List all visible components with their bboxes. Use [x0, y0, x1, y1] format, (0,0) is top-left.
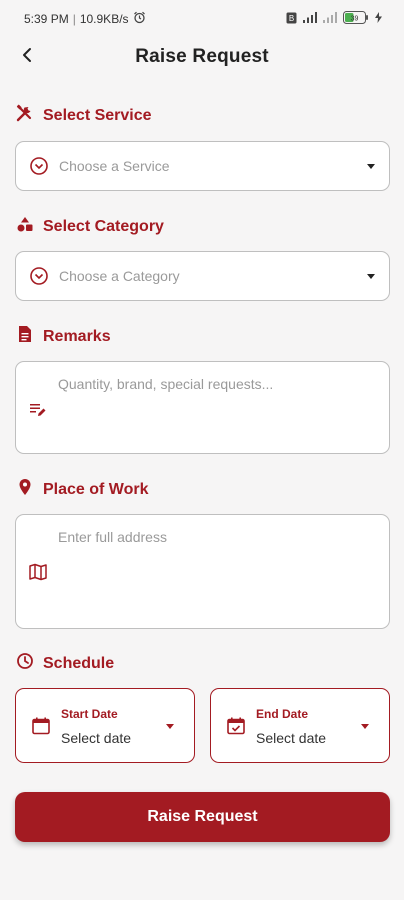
- tools-icon: [16, 104, 34, 127]
- app-header: Raise Request: [0, 38, 404, 76]
- category-select[interactable]: Choose a Category: [15, 251, 390, 301]
- clock-icon: [16, 652, 34, 675]
- calendar-check-icon: [226, 716, 246, 736]
- status-bar: 5:39 PM | 10.9KB/s B 39: [0, 0, 404, 38]
- svg-text:39: 39: [351, 16, 359, 23]
- address-placeholder: Enter full address: [58, 529, 167, 545]
- dropdown-caret-icon: [367, 163, 375, 169]
- address-textarea[interactable]: Enter full address: [15, 514, 390, 629]
- status-time: 5:39 PM: [24, 12, 69, 26]
- back-button[interactable]: [14, 44, 40, 70]
- schedule-label: Schedule: [43, 654, 115, 672]
- end-date-value: Select date: [256, 730, 327, 746]
- notes-edit-icon: [28, 399, 48, 419]
- remarks-textarea[interactable]: Quantity, brand, special requests...: [15, 361, 390, 454]
- wifi-icon: [323, 12, 337, 26]
- map-icon: [28, 562, 48, 582]
- place-label: Place of Work: [43, 480, 149, 498]
- start-date-value: Select date: [61, 730, 132, 746]
- back-arrow-icon: [21, 47, 33, 68]
- calendar-icon: [31, 716, 51, 736]
- sim-icon: B: [286, 12, 297, 27]
- document-icon: [16, 325, 34, 348]
- service-placeholder: Choose a Service: [59, 158, 170, 174]
- end-date-label: End Date: [256, 707, 309, 721]
- schedule-section-label: Schedule: [16, 652, 114, 675]
- remarks-placeholder: Quantity, brand, special requests...: [58, 376, 274, 392]
- remarks-label: Remarks: [43, 327, 111, 345]
- category-section-label: Select Category: [16, 215, 164, 238]
- remarks-section-label: Remarks: [16, 325, 111, 348]
- service-section-label: Select Service: [16, 104, 152, 127]
- chevron-circle-icon: [28, 265, 50, 287]
- chevron-circle-icon: [28, 155, 50, 177]
- battery-icon: 39: [343, 11, 369, 27]
- dropdown-caret-icon: [361, 724, 369, 729]
- dropdown-caret-icon: [367, 273, 375, 279]
- category-placeholder: Choose a Category: [59, 268, 180, 284]
- location-pin-icon: [16, 478, 34, 501]
- svg-text:B: B: [289, 14, 294, 23]
- shapes-icon: [16, 215, 34, 238]
- service-label: Select Service: [43, 106, 152, 124]
- start-date-label: Start Date: [61, 707, 118, 721]
- dropdown-caret-icon: [166, 724, 174, 729]
- raise-request-button[interactable]: Raise Request: [15, 792, 390, 842]
- charging-icon: [375, 12, 382, 26]
- status-network-speed: 10.9KB/s: [79, 12, 129, 26]
- place-section-label: Place of Work: [16, 478, 149, 501]
- signal-icon: [303, 12, 317, 26]
- alarm-icon: [133, 11, 146, 27]
- category-label: Select Category: [43, 217, 164, 235]
- end-date-picker[interactable]: End Date Select date: [210, 688, 390, 763]
- service-select[interactable]: Choose a Service: [15, 141, 390, 191]
- start-date-picker[interactable]: Start Date Select date: [15, 688, 195, 763]
- page-title: Raise Request: [135, 46, 269, 67]
